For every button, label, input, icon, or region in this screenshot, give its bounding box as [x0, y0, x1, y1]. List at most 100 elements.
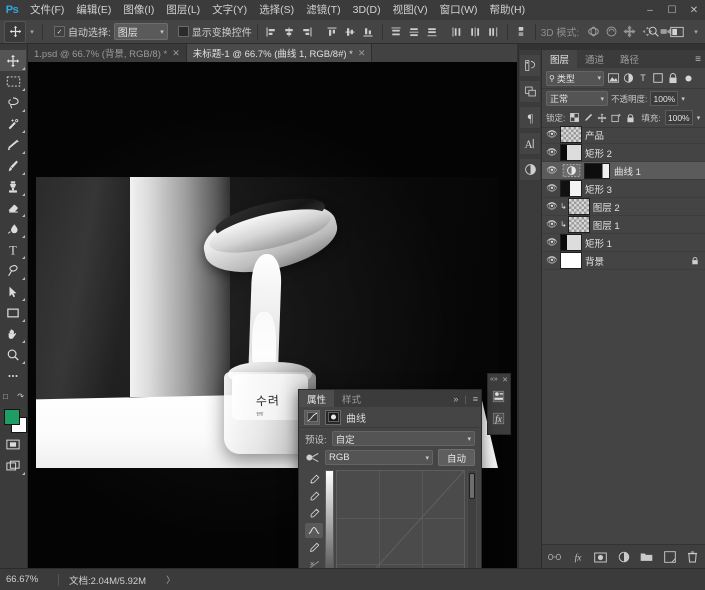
layer-mask-icon[interactable] — [325, 410, 341, 425]
add-layer-mask-icon[interactable] — [594, 550, 608, 565]
canvas-area[interactable]: 수려 한방 «» ✕ fx 属性 样式 — [28, 62, 517, 569]
auto-button[interactable]: 自动 — [438, 449, 475, 466]
distribute-left-edges-icon[interactable] — [449, 23, 466, 41]
quick-selection-tool[interactable] — [0, 113, 26, 134]
lock-artboard-icon[interactable] — [611, 112, 621, 124]
layer-name[interactable]: 背景 — [585, 254, 604, 268]
workspace-switcher-icon[interactable] — [667, 23, 687, 41]
layer-visibility-icon[interactable]: 👁 — [544, 255, 560, 266]
layer-style-fx-icon[interactable]: fx — [571, 550, 585, 565]
move-tool[interactable] — [0, 50, 26, 71]
distribute-vertical-centers-icon[interactable] — [406, 23, 423, 41]
align-horizontal-centers-icon[interactable] — [281, 23, 298, 41]
edit-points-tool-icon[interactable] — [305, 523, 323, 538]
new-layer-icon[interactable] — [663, 550, 677, 565]
draw-pencil-tool-icon[interactable] — [305, 540, 323, 555]
menu-3d[interactable]: 3D(D) — [347, 0, 387, 20]
curves-grid[interactable] — [336, 470, 465, 569]
layer-thumbnail[interactable] — [560, 252, 582, 269]
layer-name[interactable]: 图层 1 — [593, 218, 620, 232]
adjustment-layer-thumbnail[interactable] — [560, 163, 582, 178]
lock-position-icon[interactable] — [597, 112, 607, 124]
layer-name[interactable]: 图层 2 — [593, 200, 620, 214]
target-adjustment-icon[interactable] — [305, 451, 320, 464]
layer-row-layer1[interactable]: 👁 ↳ 图层 1 — [542, 216, 705, 234]
drag-3d-icon[interactable] — [621, 23, 638, 41]
layer-name[interactable]: 矩形 2 — [585, 146, 612, 160]
filter-adjustment-icon[interactable] — [622, 71, 634, 85]
rectangular-marquee-tool[interactable] — [0, 71, 26, 92]
layer-thumbnail[interactable] — [568, 198, 590, 215]
hand-tool[interactable] — [0, 323, 26, 344]
lock-all-icon[interactable] — [625, 112, 635, 124]
opacity-value[interactable]: 100% — [650, 91, 678, 106]
link-layers-icon[interactable] — [548, 550, 562, 565]
close-dock-icon[interactable]: ✕ — [502, 376, 508, 384]
layer-row-rect3[interactable]: 👁 矩形 3 — [542, 180, 705, 198]
maximize-icon[interactable]: ☐ — [661, 0, 683, 20]
tab-layers[interactable]: 图层 — [542, 50, 577, 68]
screen-mode-toggle[interactable] — [0, 455, 26, 476]
show-transform-check-icon[interactable] — [178, 26, 189, 37]
tab-channels[interactable]: 通道 — [577, 50, 612, 68]
rotate-3d-icon[interactable] — [585, 23, 602, 41]
menu-filter[interactable]: 滤镜(T) — [300, 0, 346, 20]
menu-edit[interactable]: 编辑(E) — [70, 0, 117, 20]
close-tab-icon[interactable]: ✕ — [358, 48, 366, 59]
tab-properties[interactable]: 属性 — [299, 390, 334, 407]
paragraph-panel-icon[interactable]: ¶ — [519, 106, 541, 129]
tab-paths[interactable]: 路径 — [612, 50, 647, 68]
layer-name[interactable]: 矩形 1 — [585, 236, 612, 250]
white-point-eyedropper-icon[interactable] — [305, 506, 323, 521]
rectangle-tool[interactable] — [0, 302, 26, 323]
layer-name[interactable]: 矩形 3 — [585, 182, 612, 196]
lock-transparent-pixels-icon[interactable] — [569, 112, 579, 124]
adjustments-rail-icon[interactable] — [519, 158, 541, 181]
collapse-dock-icon[interactable]: «» — [490, 376, 498, 383]
black-point-eyedropper-icon[interactable] — [305, 472, 323, 487]
history-panel-icon[interactable] — [519, 54, 541, 77]
align-vertical-centers-icon[interactable] — [342, 23, 359, 41]
zoom-tool[interactable] — [0, 344, 26, 365]
edit-toolbar-icon[interactable] — [0, 365, 26, 386]
distribute-horizontal-centers-icon[interactable] — [467, 23, 484, 41]
minimize-icon[interactable]: – — [639, 0, 661, 20]
distribute-bottom-edges-icon[interactable] — [424, 23, 441, 41]
align-right-edges-icon[interactable] — [299, 23, 316, 41]
new-adjustment-layer-icon[interactable] — [617, 550, 631, 565]
brush-tool[interactable] — [0, 155, 26, 176]
gray-point-eyedropper-icon[interactable] — [305, 489, 323, 504]
blend-mode-dropdown[interactable]: 正常 ▾ — [546, 91, 608, 106]
actions-panel-icon[interactable] — [519, 80, 541, 103]
gradient-tool[interactable] — [0, 218, 26, 239]
clone-stamp-tool[interactable] — [0, 176, 26, 197]
auto-select-check-icon[interactable]: ✓ — [54, 26, 65, 37]
layer-thumbnail[interactable] — [560, 144, 582, 161]
default-colors-icon[interactable]: □ — [3, 392, 8, 401]
lasso-tool[interactable] — [0, 92, 26, 113]
align-bottom-edges-icon[interactable] — [360, 23, 377, 41]
pen-tool[interactable] — [0, 260, 26, 281]
document-tab-1[interactable]: 1.psd @ 66.7% (背景, RGB/8) * ✕ — [28, 44, 187, 62]
layer-visibility-icon[interactable]: 👁 — [544, 201, 560, 212]
menu-view[interactable]: 视图(V) — [387, 0, 434, 20]
layer-visibility-icon[interactable]: 👁 — [544, 219, 560, 230]
menu-image[interactable]: 图像(I) — [117, 0, 160, 20]
curves-adjustment-icon[interactable] — [304, 410, 320, 425]
align-left-edges-icon[interactable] — [263, 23, 280, 41]
menu-file[interactable]: 文件(F) — [24, 0, 70, 20]
styles-panel-icon[interactable]: fx — [488, 407, 508, 429]
swap-colors-icon[interactable]: ↷ — [17, 392, 24, 401]
menu-type[interactable]: 文字(Y) — [206, 0, 253, 20]
preset-dropdown[interactable]: 自定 ▾ — [332, 431, 475, 446]
character-panel-icon[interactable]: A — [519, 132, 541, 155]
close-icon[interactable]: ✕ — [683, 0, 705, 20]
layer-thumbnail[interactable] — [568, 216, 590, 233]
filter-type-text-icon[interactable]: T — [637, 71, 649, 85]
layer-thumbnail[interactable] — [560, 234, 582, 251]
layer-list[interactable]: 👁 产品 👁 矩形 2 👁 曲线 1 — [542, 126, 705, 541]
tool-preset-chevron-icon[interactable]: ▾ — [27, 28, 37, 36]
fill-value[interactable]: 100% — [665, 110, 693, 125]
adjustments-panel-icon[interactable] — [488, 385, 508, 407]
layer-row-curves1[interactable]: 👁 曲线 1 — [542, 162, 705, 180]
